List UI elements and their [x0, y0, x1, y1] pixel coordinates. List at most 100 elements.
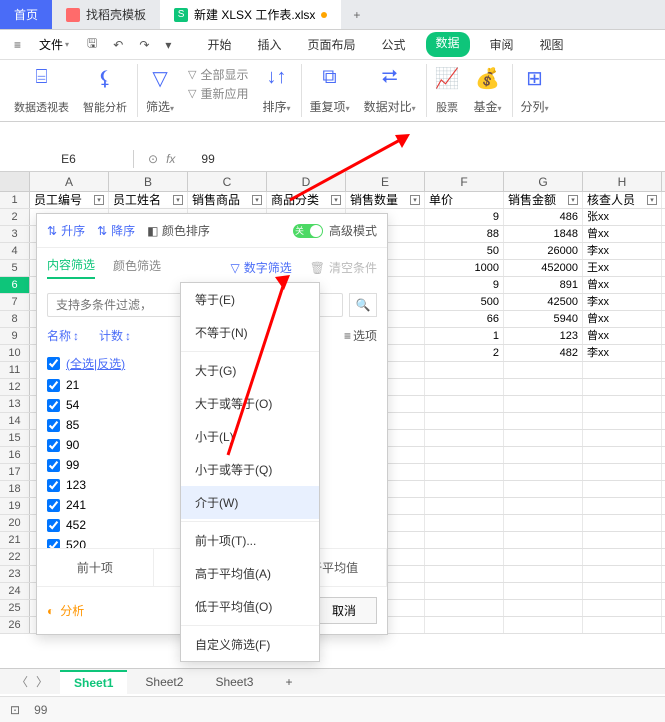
menu-layout[interactable]: 页面布局: [301, 32, 361, 57]
invert-link[interactable]: 反选: [97, 357, 121, 371]
row-header[interactable]: 2: [0, 209, 30, 225]
ribbon-showall[interactable]: ▽ 全部显示: [188, 66, 248, 83]
ribbon-stock[interactable]: 📈股票: [429, 64, 466, 117]
filter-dropdown-icon[interactable]: ▾: [647, 195, 657, 205]
cell[interactable]: [504, 515, 583, 531]
checkbox[interactable]: [47, 539, 60, 549]
submenu-not-equals[interactable]: 不等于(N): [181, 316, 319, 349]
cell[interactable]: 50: [425, 243, 504, 259]
menu-insert[interactable]: 插入: [251, 32, 287, 57]
cell[interactable]: [504, 362, 583, 378]
undo-icon[interactable]: ↶: [107, 34, 129, 56]
cell[interactable]: [425, 430, 504, 446]
col-header-h[interactable]: H: [583, 172, 662, 191]
submenu-less-equal[interactable]: 小于或等于(Q): [181, 453, 319, 486]
menu-view[interactable]: 视图: [534, 32, 570, 57]
row-header[interactable]: 10: [0, 345, 30, 361]
cell[interactable]: [583, 447, 662, 463]
cell[interactable]: [425, 515, 504, 531]
cell[interactable]: [425, 566, 504, 582]
cell-f1[interactable]: 单价: [425, 192, 504, 208]
filter-dropdown-icon[interactable]: ▾: [568, 195, 578, 205]
cell[interactable]: [504, 600, 583, 616]
tab-workbook[interactable]: S新建 XLSX 工作表.xlsx: [160, 0, 341, 29]
analysis-button[interactable]: 分析: [60, 602, 84, 619]
filter-dropdown-icon[interactable]: ▾: [252, 195, 262, 205]
row-header[interactable]: 24: [0, 583, 30, 599]
cell[interactable]: 88: [425, 226, 504, 242]
cell[interactable]: 42500: [504, 294, 583, 310]
top10-button[interactable]: 前十项: [37, 549, 154, 586]
cell[interactable]: [504, 430, 583, 446]
fx-icon[interactable]: fx: [166, 152, 175, 166]
ribbon-smart[interactable]: ⚸智能分析: [77, 64, 138, 117]
ribbon-filter[interactable]: ▽筛选▾: [140, 64, 180, 117]
cell[interactable]: [504, 413, 583, 429]
sheet-tab-3[interactable]: Sheet3: [201, 671, 267, 693]
submenu-top10[interactable]: 前十项(T)...: [181, 524, 319, 557]
row-header[interactable]: 6: [0, 277, 30, 293]
sheet-next-icon[interactable]: 〉: [36, 673, 48, 690]
color-sort-button[interactable]: ◧ 颜色排序: [147, 222, 210, 239]
search-icon[interactable]: 🔍: [349, 293, 377, 317]
cell[interactable]: [504, 379, 583, 395]
cell-c1[interactable]: 销售商品▾: [188, 192, 267, 208]
col-header-d[interactable]: D: [267, 172, 346, 191]
fx-cancel-icon[interactable]: ⊙: [148, 152, 158, 166]
cell[interactable]: [425, 447, 504, 463]
col-header-f[interactable]: F: [425, 172, 504, 191]
row-header[interactable]: 15: [0, 430, 30, 446]
ribbon-fund[interactable]: 💰基金▾: [468, 64, 513, 117]
cell[interactable]: [504, 566, 583, 582]
cell[interactable]: 486: [504, 209, 583, 225]
cell[interactable]: 李xx: [583, 294, 662, 310]
cell[interactable]: [583, 481, 662, 497]
cell[interactable]: [583, 617, 662, 633]
col-count-header[interactable]: 计数 ↕: [99, 327, 131, 344]
cell-d1[interactable]: 商品分类▾: [267, 192, 346, 208]
number-filter-button[interactable]: ▽ 数字筛选: [231, 259, 292, 276]
checkbox[interactable]: [47, 439, 60, 452]
cell[interactable]: [583, 532, 662, 548]
ribbon-compare[interactable]: ⮂数据对比▾: [358, 64, 427, 117]
cell[interactable]: 452000: [504, 260, 583, 276]
cell[interactable]: [425, 362, 504, 378]
cell[interactable]: [583, 464, 662, 480]
submenu-greater-equal[interactable]: 大于或等于(O): [181, 387, 319, 420]
col-header-c[interactable]: C: [188, 172, 267, 191]
sort-asc-button[interactable]: ⇅ 升序: [47, 222, 85, 239]
col-name-header[interactable]: 名称 ↕: [47, 327, 79, 344]
cell[interactable]: [425, 396, 504, 412]
filter-dropdown-icon[interactable]: ▾: [94, 195, 104, 205]
cell[interactable]: [504, 583, 583, 599]
cell[interactable]: [425, 583, 504, 599]
new-tab-button[interactable]: +: [341, 0, 372, 29]
checkbox[interactable]: [47, 379, 60, 392]
submenu-custom[interactable]: 自定义筛选(F): [181, 628, 319, 661]
row-header[interactable]: 25: [0, 600, 30, 616]
cell[interactable]: 9: [425, 209, 504, 225]
cell[interactable]: [425, 600, 504, 616]
cell[interactable]: [425, 532, 504, 548]
cell[interactable]: 曾xx: [583, 311, 662, 327]
row-header[interactable]: 19: [0, 498, 30, 514]
row-header[interactable]: 4: [0, 243, 30, 259]
filter-dropdown-icon[interactable]: ▾: [331, 195, 341, 205]
menu-data[interactable]: 数据: [426, 32, 470, 57]
col-header-e[interactable]: E: [346, 172, 425, 191]
cell[interactable]: [504, 617, 583, 633]
tab-home[interactable]: 首页: [0, 0, 52, 29]
cell[interactable]: [583, 549, 662, 565]
cell-e1[interactable]: 销售数量▾: [346, 192, 425, 208]
cell[interactable]: 5940: [504, 311, 583, 327]
clear-filter-button[interactable]: 🗑 清空条件: [310, 259, 377, 276]
sort-desc-button[interactable]: ⇅ 降序: [97, 222, 135, 239]
advanced-mode-toggle[interactable]: 高级模式: [293, 222, 377, 239]
cell[interactable]: 500: [425, 294, 504, 310]
ribbon-pivot[interactable]: ⌸数据透视表: [8, 64, 75, 117]
cell[interactable]: [583, 515, 662, 531]
col-header-g[interactable]: G: [504, 172, 583, 191]
select-all-corner[interactable]: [0, 172, 30, 191]
menu-formula[interactable]: 公式: [375, 32, 411, 57]
row-header[interactable]: 5: [0, 260, 30, 276]
